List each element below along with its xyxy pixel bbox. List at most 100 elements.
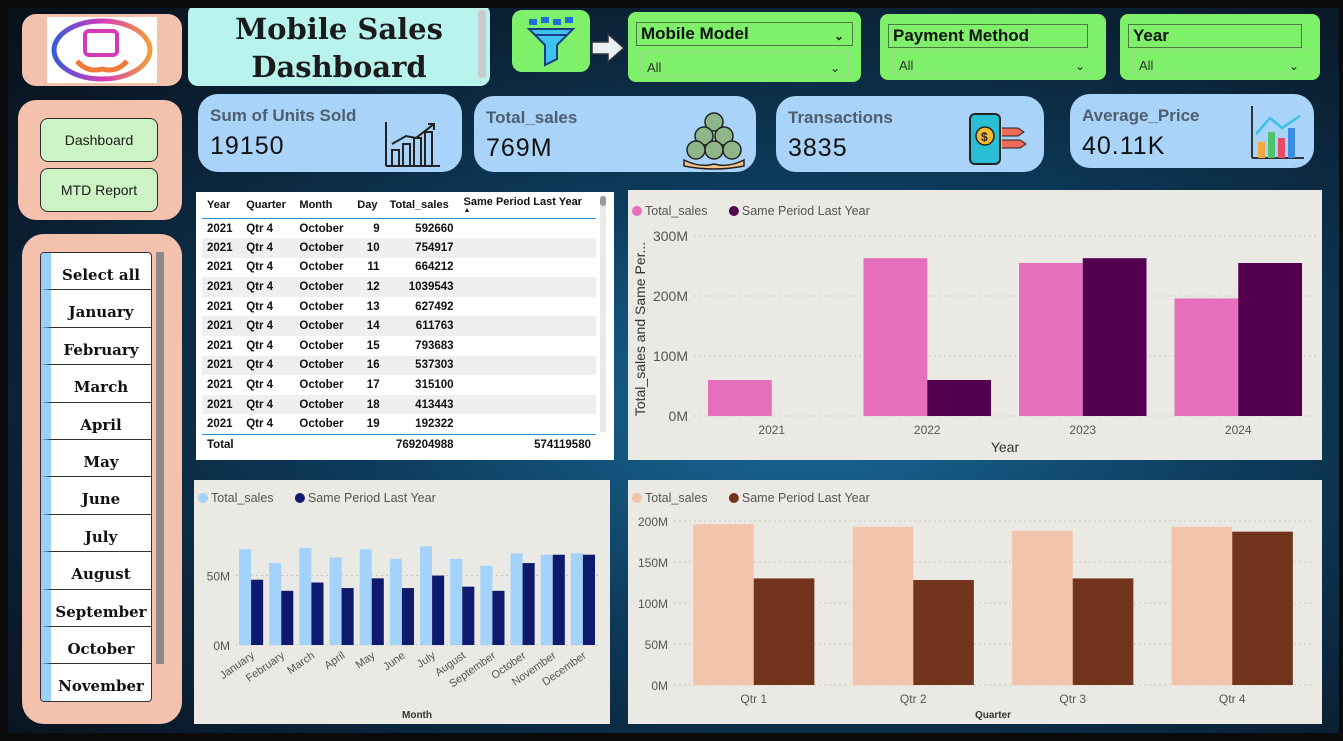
month-select-all[interactable]: Select all [41, 253, 151, 291]
y-tick-label: 150M [638, 556, 668, 570]
table-cell: October [294, 355, 353, 376]
slicer-mobile-model-dropdown[interactable]: All ⌄ [640, 52, 849, 76]
table-cell: 413443 [384, 394, 459, 415]
table-cell [458, 277, 596, 297]
kpi-units-sold: Sum of Units Sold 19150 [198, 94, 462, 172]
kpi-transactions: Transactions 3835 $ [776, 96, 1044, 172]
month-item[interactable]: October [41, 626, 151, 665]
kpi-average-price: Average_Price 40.11K [1070, 94, 1314, 168]
sort-indicator-icon[interactable]: ▲ [464, 207, 591, 214]
month-item[interactable]: November [41, 664, 151, 701]
table-cell [459, 414, 596, 434]
table-cell: Qtr 4 [241, 355, 295, 376]
table-cell: October [299, 379, 344, 392]
y-tick-label: 100M [653, 348, 688, 364]
table-cell: 754917 [384, 238, 459, 258]
slicer-mobile-model[interactable]: Mobile Model ⌄ All ⌄ [628, 12, 861, 82]
column-header[interactable]: Total_sales [384, 192, 459, 219]
table-row[interactable]: 2021 Qtr 4 October 18 413443 [202, 394, 596, 415]
x-axis-title: Month [402, 710, 432, 721]
month-item[interactable]: June [41, 477, 151, 515]
bar-total-sales [359, 549, 372, 645]
table-cell: 18 [352, 394, 385, 415]
column-header[interactable]: Day [352, 192, 385, 219]
table-row[interactable]: 2021 Qtr 4 October 15 793683 [202, 336, 596, 356]
month-item[interactable]: March [41, 365, 151, 403]
slicer-mobile-model-title: Mobile Model [641, 24, 749, 43]
legend-marker [632, 493, 642, 503]
column-header[interactable]: Year [202, 192, 242, 219]
table-row[interactable]: 2021 Qtr 4 October 10 754917 [202, 238, 596, 258]
month-item[interactable]: February [41, 327, 151, 366]
table-cell: Qtr 4 [246, 339, 274, 352]
table-cell: 2021 [202, 238, 242, 258]
bar-same-period-last-year [371, 578, 384, 645]
slicer-year-dropdown[interactable]: All ⌄ [1132, 50, 1308, 74]
y-tick-label: 200M [638, 515, 668, 529]
month-item[interactable]: September [41, 589, 151, 627]
bar-same-period-last-year [432, 575, 445, 645]
chevron-down-icon: ⌄ [1288, 59, 1299, 73]
y-tick-label: 0M [213, 639, 230, 653]
title-scrollbar[interactable] [478, 10, 486, 78]
column-header[interactable]: Quarter [241, 192, 295, 219]
legend-marker [294, 493, 305, 503]
table-row[interactable]: 2021 Qtr 4 October 17 315100 [202, 375, 596, 395]
month-item[interactable]: April [41, 402, 151, 440]
navigation-panel: Dashboard MTD Report [18, 100, 182, 220]
y-tick-label: 300M [653, 228, 688, 244]
table-cell: 19 [366, 417, 380, 430]
slicer-payment-method-dropdown[interactable]: All ⌄ [892, 50, 1094, 74]
table-row[interactable]: 2021 Qtr 4 October 11 664212 [202, 258, 596, 278]
table-row[interactable]: 2021 Qtr 4 October 19 192322 [202, 414, 596, 434]
bar-total-sales [420, 546, 433, 645]
x-tick-label: Qtr 2 [900, 692, 927, 706]
bar-total-sales [570, 553, 583, 645]
table-total-cell [241, 433, 295, 457]
kpi-total-sales-value: 769M [486, 134, 553, 162]
table-cell: 793683 [415, 339, 454, 352]
x-tick-label: Qtr 3 [1059, 692, 1086, 706]
table-scrollbar[interactable] [600, 196, 606, 432]
table-total-cell: 769204988 [384, 433, 459, 457]
table-cell: October [294, 394, 353, 415]
bar-total-sales [693, 524, 754, 685]
table-row[interactable]: 2021 Qtr 4 October 16 537303 [202, 355, 596, 376]
year-sales-chart-svg: Total_sales Same Period Last Year 0M 100M 20… [632, 204, 1316, 455]
table-cell [459, 375, 596, 395]
table-row[interactable]: 2021 Qtr 4 October 12 1039543 [202, 277, 596, 297]
dashboard-button[interactable]: Dashboard [40, 118, 158, 162]
month-item[interactable]: May [41, 439, 151, 478]
table: Year Quarter Month Day Total_sales Same Perio… [202, 192, 596, 457]
month-sales-chart: Total_sales Same Period Last Year 0M 50M Jan… [194, 480, 610, 724]
title-line-1: Mobile Sales [235, 12, 443, 46]
table-row[interactable]: 2021 Qtr 4 October 9 592660 [202, 219, 596, 239]
month-item[interactable]: July [41, 514, 151, 553]
table-cell [459, 258, 596, 278]
slicer-payment-method[interactable]: Payment Method All ⌄ [880, 14, 1106, 80]
column-header[interactable]: Month [294, 192, 353, 219]
bar-total-sales [1018, 263, 1083, 416]
month-slicer-scrollbar[interactable] [156, 252, 164, 664]
bar-same-period-last-year [913, 580, 974, 685]
table-row[interactable]: 2021 Qtr 4 October 14 611763 [202, 316, 596, 337]
table-cell: 2021 [202, 277, 242, 297]
table-cell: October [299, 417, 344, 430]
legend-label: Total_sales [211, 491, 274, 505]
table-row[interactable]: 2021 Qtr 4 October 13 627492 [202, 297, 596, 317]
month-item[interactable]: January [41, 290, 151, 328]
bar-same-period-last-year [311, 582, 324, 645]
table-scrollbar-thumb[interactable] [600, 196, 606, 206]
mtd-report-button[interactable]: MTD Report [40, 168, 158, 212]
month-item[interactable]: August [41, 552, 151, 590]
x-tick-label: April [322, 650, 347, 672]
slicer-year[interactable]: Year All ⌄ [1120, 14, 1320, 80]
x-tick-label: 2023 [1069, 423, 1096, 437]
x-tick-label: June [381, 650, 407, 674]
bar-total-sales [852, 526, 914, 685]
table-cell: 192322 [415, 417, 454, 430]
column-header[interactable]: Same Period Last Year ▲ [458, 192, 596, 219]
bar-total-sales [329, 557, 342, 645]
table-cell: 2021 [202, 316, 242, 337]
legend-label: Same Period Last Year [742, 491, 870, 505]
